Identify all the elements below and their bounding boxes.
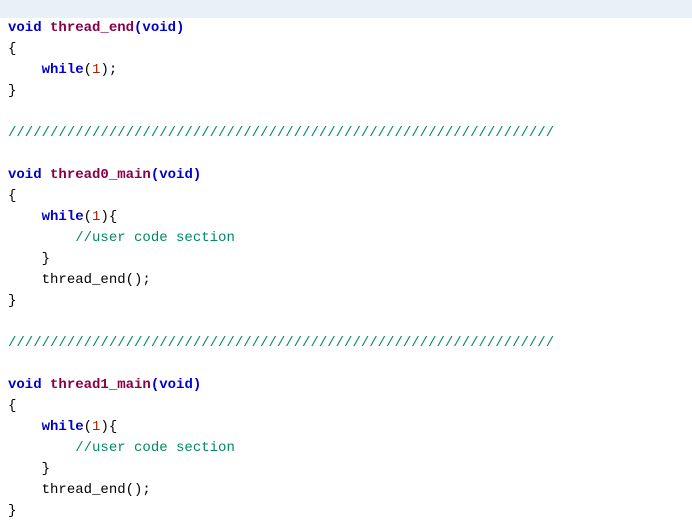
keyword-while: while bbox=[42, 419, 84, 435]
code-line: while(1){ bbox=[0, 207, 692, 228]
comment-user-code: //user code section bbox=[75, 230, 235, 246]
close-brace: } bbox=[8, 293, 16, 309]
code-line: } bbox=[0, 501, 692, 522]
comment-user-code: //user code section bbox=[75, 440, 235, 456]
keyword-void: void bbox=[8, 167, 42, 183]
highlighted-line bbox=[0, 0, 692, 18]
code-line: } bbox=[0, 249, 692, 270]
param-void: (void) bbox=[134, 20, 184, 36]
code-line: void thread0_main(void) bbox=[0, 165, 692, 186]
close-brace-indent: } bbox=[8, 461, 50, 477]
keyword-while: while bbox=[42, 209, 84, 225]
close-brace-indent: } bbox=[8, 251, 50, 267]
close-brace: } bbox=[8, 83, 16, 99]
code-line: while(1); bbox=[0, 60, 692, 81]
code-line: void thread_end(void) bbox=[0, 18, 692, 39]
code-line bbox=[0, 102, 692, 123]
keyword-void: void bbox=[8, 377, 42, 393]
call-thread-end: thread_end(); bbox=[42, 272, 151, 288]
code-line: //user code section bbox=[0, 228, 692, 249]
function-thread0-main: thread0_main bbox=[50, 167, 151, 183]
open-brace: { bbox=[8, 188, 16, 204]
call-thread-end: thread_end(); bbox=[42, 482, 151, 498]
separator-comment: ////////////////////////////////////////… bbox=[8, 125, 554, 141]
function-thread1-main: thread1_main bbox=[50, 377, 151, 393]
code-line: } bbox=[0, 459, 692, 480]
param-void: (void) bbox=[151, 377, 201, 393]
code-line: } bbox=[0, 291, 692, 312]
param-void: (void) bbox=[151, 167, 201, 183]
separator-comment: ////////////////////////////////////////… bbox=[8, 335, 554, 351]
function-thread-end: thread_end bbox=[50, 20, 134, 36]
code-line: } bbox=[0, 81, 692, 102]
code-line: { bbox=[0, 39, 692, 60]
code-line: while(1){ bbox=[0, 417, 692, 438]
keyword-while: while bbox=[42, 62, 84, 78]
code-line: { bbox=[0, 186, 692, 207]
code-line: ////////////////////////////////////////… bbox=[0, 333, 692, 354]
code-line: void thread1_main(void) bbox=[0, 375, 692, 396]
close-brace: } bbox=[8, 503, 16, 519]
code-block: void thread_end(void) { while(1); } ////… bbox=[0, 0, 692, 522]
code-line bbox=[0, 354, 692, 375]
code-line: //user code section bbox=[0, 438, 692, 459]
open-brace: { bbox=[8, 41, 16, 57]
code-line bbox=[0, 312, 692, 333]
code-line: ////////////////////////////////////////… bbox=[0, 123, 692, 144]
code-line: thread_end(); bbox=[0, 270, 692, 291]
code-line: thread_end(); bbox=[0, 480, 692, 501]
code-line: { bbox=[0, 396, 692, 417]
open-brace: { bbox=[8, 398, 16, 414]
keyword-void: void bbox=[8, 20, 42, 36]
code-line bbox=[0, 144, 692, 165]
